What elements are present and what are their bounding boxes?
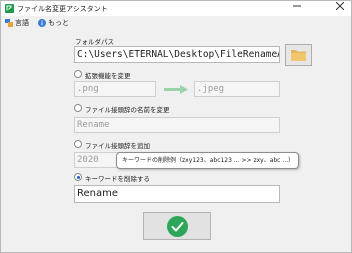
close-icon: [335, 1, 345, 13]
browse-folder-button[interactable]: [285, 44, 312, 66]
radio-delete-keyword[interactable]: [74, 173, 82, 181]
change-extension-label: 拡張機能を変更: [85, 72, 131, 80]
menu-language-label: 言語: [15, 19, 29, 27]
folder-path-field[interactable]: C:\Users\ETERNAL\Desktop\FileRenameAssis: [74, 46, 280, 63]
extension-to-input[interactable]: .jpeg: [194, 81, 280, 97]
app-icon: [5, 4, 14, 13]
info-icon: [38, 19, 46, 27]
menu-more[interactable]: もっと: [38, 18, 69, 28]
title-bar: ファイル名変更アシスタント: [1, 1, 351, 16]
rename-prefix-label: ファイル接頭辞の名前を変更: [85, 106, 170, 114]
menu-more-label: もっと: [48, 19, 69, 27]
window-title: ファイル名変更アシスタント: [17, 5, 108, 13]
arrow-right-icon: [164, 85, 188, 96]
folder-icon: [291, 49, 307, 63]
checkmark-icon: [167, 216, 188, 237]
language-icon: [5, 19, 13, 27]
delete-keyword-label: キーワードを削除する: [85, 175, 150, 183]
add-prefix-label: ファイル接頭辞を追加: [85, 142, 150, 150]
extension-from-input[interactable]: .png: [74, 81, 156, 97]
radio-rename-prefix[interactable]: [74, 104, 82, 112]
radio-add-prefix[interactable]: [74, 140, 82, 148]
run-button[interactable]: [143, 212, 211, 240]
keyword-input[interactable]: Rename: [74, 185, 280, 203]
rename-prefix-input[interactable]: Rename: [74, 117, 280, 133]
app-window: ファイル名変更アシスタント 言語 もっと フォルダパス C:\Users\ETE…: [0, 0, 352, 253]
minimize-icon: [293, 3, 301, 13]
menu-bar: 言語 もっと: [1, 16, 351, 30]
radio-change-extension[interactable]: [74, 70, 82, 78]
minimize-button[interactable]: [286, 1, 308, 16]
close-button[interactable]: [329, 1, 351, 16]
menu-language[interactable]: 言語: [5, 18, 29, 28]
folder-path-label: フォルダパス: [75, 38, 114, 46]
keyword-tooltip: キーワードの削除例（zxy123、abc123 ... >> zxy、abc .…: [116, 152, 299, 169]
